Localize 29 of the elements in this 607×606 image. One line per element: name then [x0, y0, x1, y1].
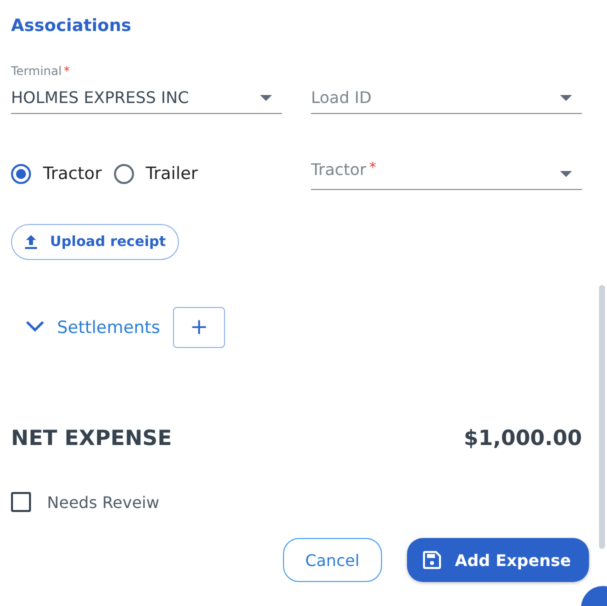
- save-icon: [422, 551, 441, 569]
- net-expense-amount: $1,000.00: [464, 426, 582, 450]
- settlements-label[interactable]: Settlements: [57, 318, 160, 338]
- radio-option[interactable]: Tractor: [11, 164, 102, 184]
- field-label: Tractor: [311, 160, 366, 179]
- radio-button[interactable]: [114, 164, 134, 184]
- section-title: Associations: [11, 16, 132, 36]
- scrollbar[interactable]: [599, 285, 605, 549]
- field-label: Terminal: [11, 64, 62, 80]
- checkbox[interactable]: [11, 492, 31, 512]
- needs-review-checkbox-row[interactable]: Needs Reveiw: [11, 492, 582, 512]
- upload-icon: [24, 234, 38, 250]
- load-id-select[interactable]: Load ID: [311, 82, 582, 114]
- radio-option[interactable]: Trailer: [114, 164, 198, 184]
- field-placeholder: Load ID: [311, 88, 372, 107]
- dropdown-caret-icon: [560, 94, 572, 100]
- terminal-select[interactable]: HOLMES EXPRESS INC: [11, 82, 282, 114]
- dropdown-caret-icon: [560, 170, 572, 176]
- upload-receipt-button[interactable]: Upload receipt: [11, 224, 179, 260]
- net-expense-label: NET EXPENSE: [11, 426, 172, 450]
- required-mark: *: [369, 160, 376, 178]
- add-settlement-button[interactable]: +: [173, 307, 226, 348]
- required-mark: *: [64, 64, 70, 80]
- cancel-button[interactable]: Cancel: [282, 538, 382, 582]
- dropdown-caret-icon: [260, 94, 272, 100]
- radio-button[interactable]: [11, 164, 31, 184]
- tractor-select[interactable]: Tractor *: [311, 158, 582, 190]
- add-expense-button[interactable]: Add Expense: [406, 538, 589, 582]
- field-value: HOLMES EXPRESS INC: [11, 88, 189, 107]
